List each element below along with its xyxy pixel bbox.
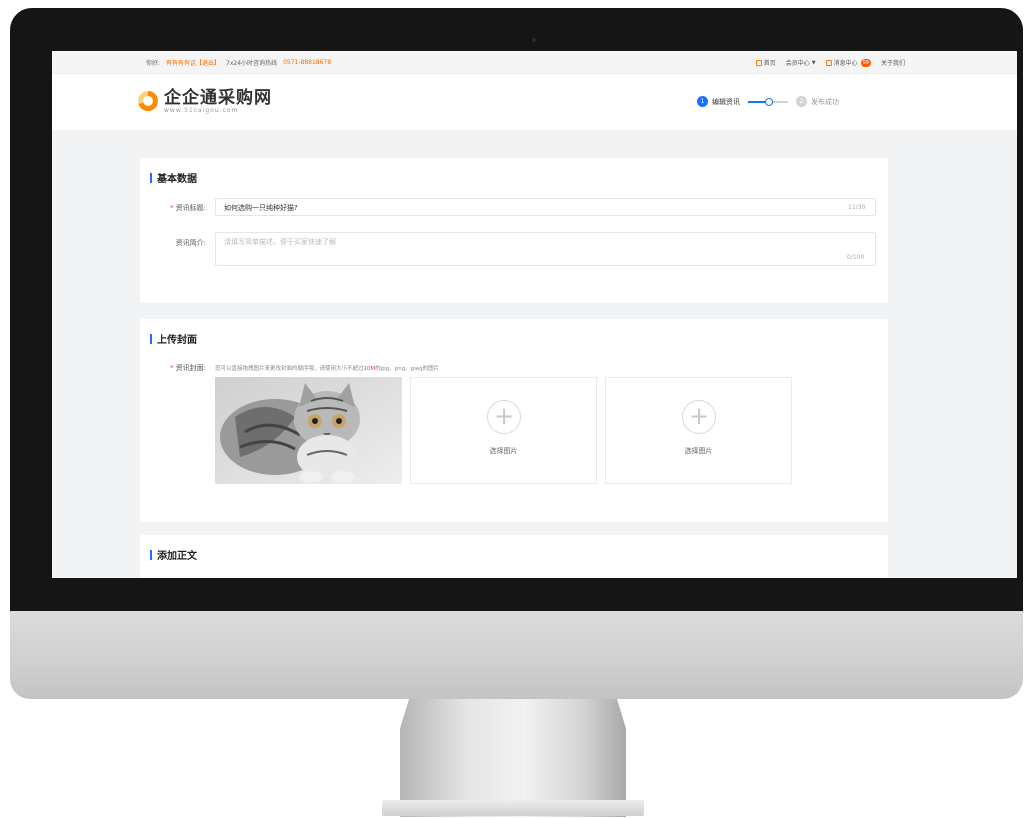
intro-field-label: 资讯简介: — [175, 239, 206, 247]
message-badge: 99 — [860, 58, 871, 67]
cover-field-label: * 资讯封面: — [146, 363, 206, 373]
intro-placeholder: 请填写简单描述，便于买家快速了解 — [224, 238, 336, 246]
title-input-value: 如何选购一只纯种好猫? — [224, 204, 298, 212]
hint-after: 的jpg、png、jpeg的图片 — [375, 366, 440, 372]
cover-hint: 您可以直接拖拽图片来更改封面的顺序哦，请使用大小不超过10M的jpg、png、j… — [215, 364, 439, 372]
logo-url: www.51caigou.com — [164, 107, 239, 114]
site-header: 企企通采购网 www.51caigou.com 1 编辑资讯 2 发布成功 — [52, 74, 1017, 130]
choose-image-label: 选择图片 — [684, 447, 713, 455]
section-bar-icon — [150, 333, 152, 344]
logo-mark-icon — [138, 91, 158, 111]
step-1-label: 编辑资讯 — [712, 97, 740, 106]
greeting-text: 你好: — [146, 60, 161, 67]
monitor-chin — [10, 611, 1023, 699]
section-bar-icon — [150, 172, 152, 183]
about-link[interactable]: 关于我们 — [881, 58, 905, 67]
message-icon — [825, 59, 832, 66]
basic-data-card: 基本数据 * 资讯标题: 如何选购一只纯种好猫? 11/30 资讯简介: 请填写简… — [140, 158, 888, 303]
hint-before: 您可以直接拖拽图片来更改封面的顺序哦，请使用大小不超过 — [215, 366, 364, 372]
progress-steps: 1 编辑资讯 2 发布成功 — [697, 96, 839, 107]
member-center-label: 会员中心 — [785, 60, 810, 67]
camera-dot — [532, 38, 536, 42]
step-1-number: 1 — [697, 96, 708, 107]
logo-name: 企企通采购网 — [164, 88, 272, 108]
basic-title-text: 基本数据 — [157, 174, 197, 185]
hotline-label: 7x24小时咨询热线 — [226, 60, 278, 67]
step-2-label: 发布成功 — [811, 97, 839, 106]
required-mark: * — [170, 364, 174, 372]
plus-icon: + — [487, 400, 521, 434]
cover-image-thumbnail[interactable] — [215, 377, 402, 484]
cover-title-text: 上传封面 — [157, 335, 197, 346]
intro-textarea[interactable]: 请填写简单描述，便于买家快速了解 — [215, 232, 876, 266]
cover-label-text: 资讯封面: — [175, 364, 206, 372]
body-card: 添加正文 — [140, 535, 888, 578]
plus-icon: + — [682, 400, 716, 434]
cover-card: 上传封面 * 资讯封面: 您可以直接拖拽图片来更改封面的顺序哦，请使用大小不超过1… — [140, 319, 888, 522]
step-connector — [748, 97, 788, 106]
hotline-phone: 0571-88818678 — [283, 59, 332, 66]
section-title: 上传封面 — [150, 331, 197, 346]
monitor-stand-foot — [382, 800, 644, 816]
home-link[interactable]: 首页 — [755, 58, 776, 67]
member-center-menu[interactable]: 会员中心 ▼ — [785, 58, 816, 68]
choose-image-label: 选择图片 — [489, 447, 518, 455]
step-2-number: 2 — [796, 96, 807, 107]
body-title-text: 添加正文 — [157, 551, 197, 562]
hint-limit: 10M — [363, 366, 376, 372]
message-center-label: 消息中心 — [833, 60, 858, 67]
home-label: 首页 — [763, 60, 776, 67]
choose-image-slot[interactable]: + 选择图片 — [605, 377, 792, 484]
message-center-link[interactable]: 消息中心 99 — [825, 58, 871, 67]
section-title: 添加正文 — [150, 547, 197, 562]
intro-counter: 0/100 — [847, 254, 865, 261]
home-icon — [755, 59, 762, 66]
section-bar-icon — [150, 549, 152, 560]
section-title: 基本数据 — [150, 170, 197, 185]
caret-down-icon: ▼ — [811, 59, 816, 66]
cat-image — [215, 377, 402, 484]
choose-image-slot[interactable]: + 选择图片 — [410, 377, 597, 484]
top-bar: 你好: 有有有有话【退出】 7x24小时咨询热线 0571-88818678 首… — [52, 51, 1017, 74]
imac-device: 你好: 有有有有话【退出】 7x24小时咨询热线 0571-88818678 首… — [0, 0, 1025, 818]
user-logout-link[interactable]: 有有有有话【退出】 — [166, 58, 220, 67]
site-logo[interactable]: 企企通采购网 www.51caigou.com — [138, 89, 272, 114]
title-field-label: * 资讯标题: — [146, 203, 206, 213]
required-mark: * — [170, 204, 174, 212]
title-input[interactable]: 如何选购一只纯种好猫? — [215, 198, 876, 216]
screen: 你好: 有有有有话【退出】 7x24小时咨询热线 0571-88818678 首… — [52, 51, 1017, 578]
title-counter: 11/30 — [848, 204, 866, 211]
title-label-text: 资讯标题: — [175, 204, 206, 212]
